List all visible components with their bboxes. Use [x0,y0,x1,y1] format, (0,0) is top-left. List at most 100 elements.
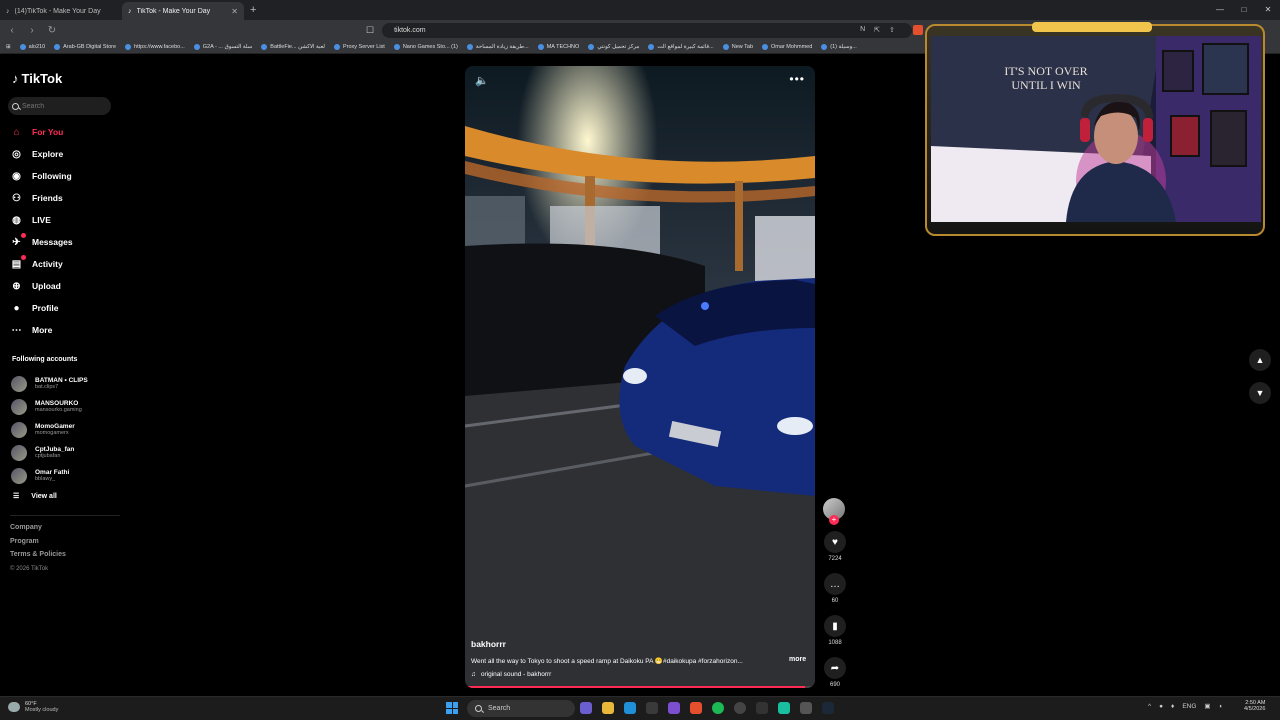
home-icon: ⌂ [13,126,20,138]
bookmark-item[interactable]: Proxy Server List [333,43,385,50]
close-tab-icon[interactable]: ✕ [231,7,238,16]
bookmark-item[interactable]: G2A - ... سلة التسوق [193,43,253,50]
language-indicator[interactable]: ENG [1182,703,1196,710]
capcut-icon[interactable] [756,702,768,714]
nav-item-activity[interactable]: ▤ Activity [10,253,73,275]
video-author[interactable]: bakhorrr [471,639,506,649]
following-account[interactable]: CptJuba_fan cptjubafan [11,441,88,464]
nav-item-for-you[interactable]: ⌂ For You [10,121,73,143]
bookmark-icon[interactable]: ▮ [824,615,846,637]
nav-item-explore[interactable]: ◎ Explore [10,143,73,165]
bookmark-item[interactable]: Omar Mohmmed [762,43,812,50]
footer-link[interactable]: Terms & Policies [10,551,66,565]
clock[interactable]: 2:50 AM 4/5/2026 [1244,700,1265,712]
tab-title: TikTok - Make Your Day [136,7,211,15]
app-green-icon[interactable] [778,702,790,714]
new-tab-button[interactable]: + [250,4,256,16]
back-icon[interactable]: ‹ [6,25,18,36]
next-video-button[interactable]: ▼ [1249,382,1271,404]
creator-avatar[interactable]: + [823,498,845,525]
taskbar-search[interactable]: Search [467,700,575,717]
bookmark-item[interactable]: Arab-GB Digital Store [54,43,116,50]
nav-item-live[interactable]: ◍ LIVE [10,209,73,231]
address-bar[interactable]: tiktok.com [382,22,913,38]
store-icon[interactable] [646,702,658,714]
caption-more-button[interactable]: more [789,656,806,663]
bookmark-item[interactable]: مركز تحميل كونتي [588,43,639,50]
browser-tab[interactable]: ♪ (14)TikTok - Make Your Day [0,2,122,20]
bookmark-item[interactable]: New Tab [722,43,754,50]
more-options-icon[interactable]: ••• [789,72,805,86]
app-icon[interactable] [734,702,746,714]
share-icon[interactable]: ⇪ [889,26,895,34]
footer-link[interactable]: Program [10,538,66,552]
previous-video-button[interactable]: ▲ [1249,349,1271,371]
minimize-icon[interactable]: — [1208,0,1232,20]
search-input[interactable] [22,102,102,110]
reader-icon[interactable]: N [860,26,865,34]
bookmark-item[interactable]: https://www.facebo... [125,43,185,50]
nav-item-more[interactable]: ⋯ More [10,319,73,341]
nav-item-upload[interactable]: ⊕ Upload [10,275,73,297]
network-icon[interactable]: ▣ [1204,702,1210,710]
follow-plus-icon[interactable]: + [829,515,839,525]
bookmark-item[interactable]: alo210 [19,43,45,50]
weather-widget[interactable]: 60°F Mostly cloudy [8,701,58,713]
obs-icon[interactable] [668,702,680,714]
steam-icon[interactable] [822,702,834,714]
bookmark-item[interactable]: قائمة كبيرة لمواقع الت... [648,43,714,50]
account-handle: bblawy_ [35,476,56,482]
nav-item-friends[interactable]: ⚇ Friends [10,187,73,209]
open-external-icon[interactable]: ⇱ [874,26,880,34]
following-account[interactable]: Omar Fathi bblawy_ [11,464,88,487]
following-account[interactable]: MomoGamer momogamerx [11,418,88,441]
apps-grid-icon[interactable]: ⊞ [6,44,11,50]
brave-icon[interactable] [690,702,702,714]
copilot-icon[interactable] [580,702,592,714]
bookmark-item[interactable]: (1) وسيلة... [821,43,857,50]
video-progress-bar[interactable] [468,686,812,688]
following-account[interactable]: MANSOURKO mansourko.gaming [11,395,88,418]
video-sound[interactable]: ♫ original sound - bakhorrr [471,671,551,678]
taskbar-search-label: Search [488,705,511,712]
view-all-label: View all [31,492,57,500]
heart-icon[interactable]: ♥ [824,531,846,553]
close-window-icon[interactable]: ✕ [1256,0,1280,20]
bookmark-label: New Tab [731,43,754,50]
chevron-up-icon[interactable]: ^ [1148,703,1151,710]
bookmark-item[interactable]: Nano Games Sto... (1) [393,43,458,50]
bookmark-page-icon[interactable]: ☐ [366,25,374,36]
bookmark-item[interactable]: طريقة زيادة المساحة... [466,43,529,50]
system-tray: ^ ● ♦ ENG ▣ ◖ [1148,702,1223,711]
forward-icon[interactable]: › [26,25,38,36]
nav-item-following[interactable]: ◉ Following [10,165,73,187]
nav-item-profile[interactable]: ● Profile [10,297,73,319]
bookmark-label: G2A - ... سلة التسوق [202,43,253,50]
bookmark-item[interactable]: MA TECHNO [537,43,579,50]
chrome-icon[interactable] [800,702,812,714]
search-box[interactable] [8,97,111,115]
reload-icon[interactable]: ↻ [46,25,58,36]
view-all-button[interactable]: ☰ View all [13,492,57,501]
start-button[interactable] [446,702,458,714]
brave-shield-icon[interactable] [912,25,923,35]
spotify-icon[interactable] [712,702,724,714]
tiktok-logo[interactable]: ♪ TikTok [12,71,62,86]
volume-icon[interactable]: 🔈 [475,74,489,87]
maximize-icon[interactable]: □ [1232,0,1256,20]
browser-tab-active[interactable]: ♪ TikTok - Make Your Day ✕ [122,2,244,20]
nav-item-messages[interactable]: ✈ Messages [10,231,73,253]
chevron-up-icon: ▲ [1255,355,1265,365]
file-explorer-icon[interactable] [602,702,614,714]
microphone-icon[interactable]: ♦ [1171,703,1174,710]
bookmark-item[interactable]: BattleFie... لعبة الاكشن [261,43,325,50]
video-player[interactable]: 🔈 ••• bakhorrr Went all the way to Tokyo… [465,66,815,688]
edge-icon[interactable] [624,702,636,714]
volume-tray-icon[interactable]: ◖ [1219,703,1223,710]
tray-app-icon[interactable]: ● [1159,703,1163,710]
footer-link[interactable]: Company [10,524,66,538]
share-arrow-icon[interactable]: ➦ [824,657,846,679]
following-accounts-list: BATMAN • CLIPS bat.clips7 MANSOURKO mansour… [11,372,88,487]
comment-icon[interactable]: … [824,573,846,595]
following-account[interactable]: BATMAN • CLIPS bat.clips7 [11,372,88,395]
